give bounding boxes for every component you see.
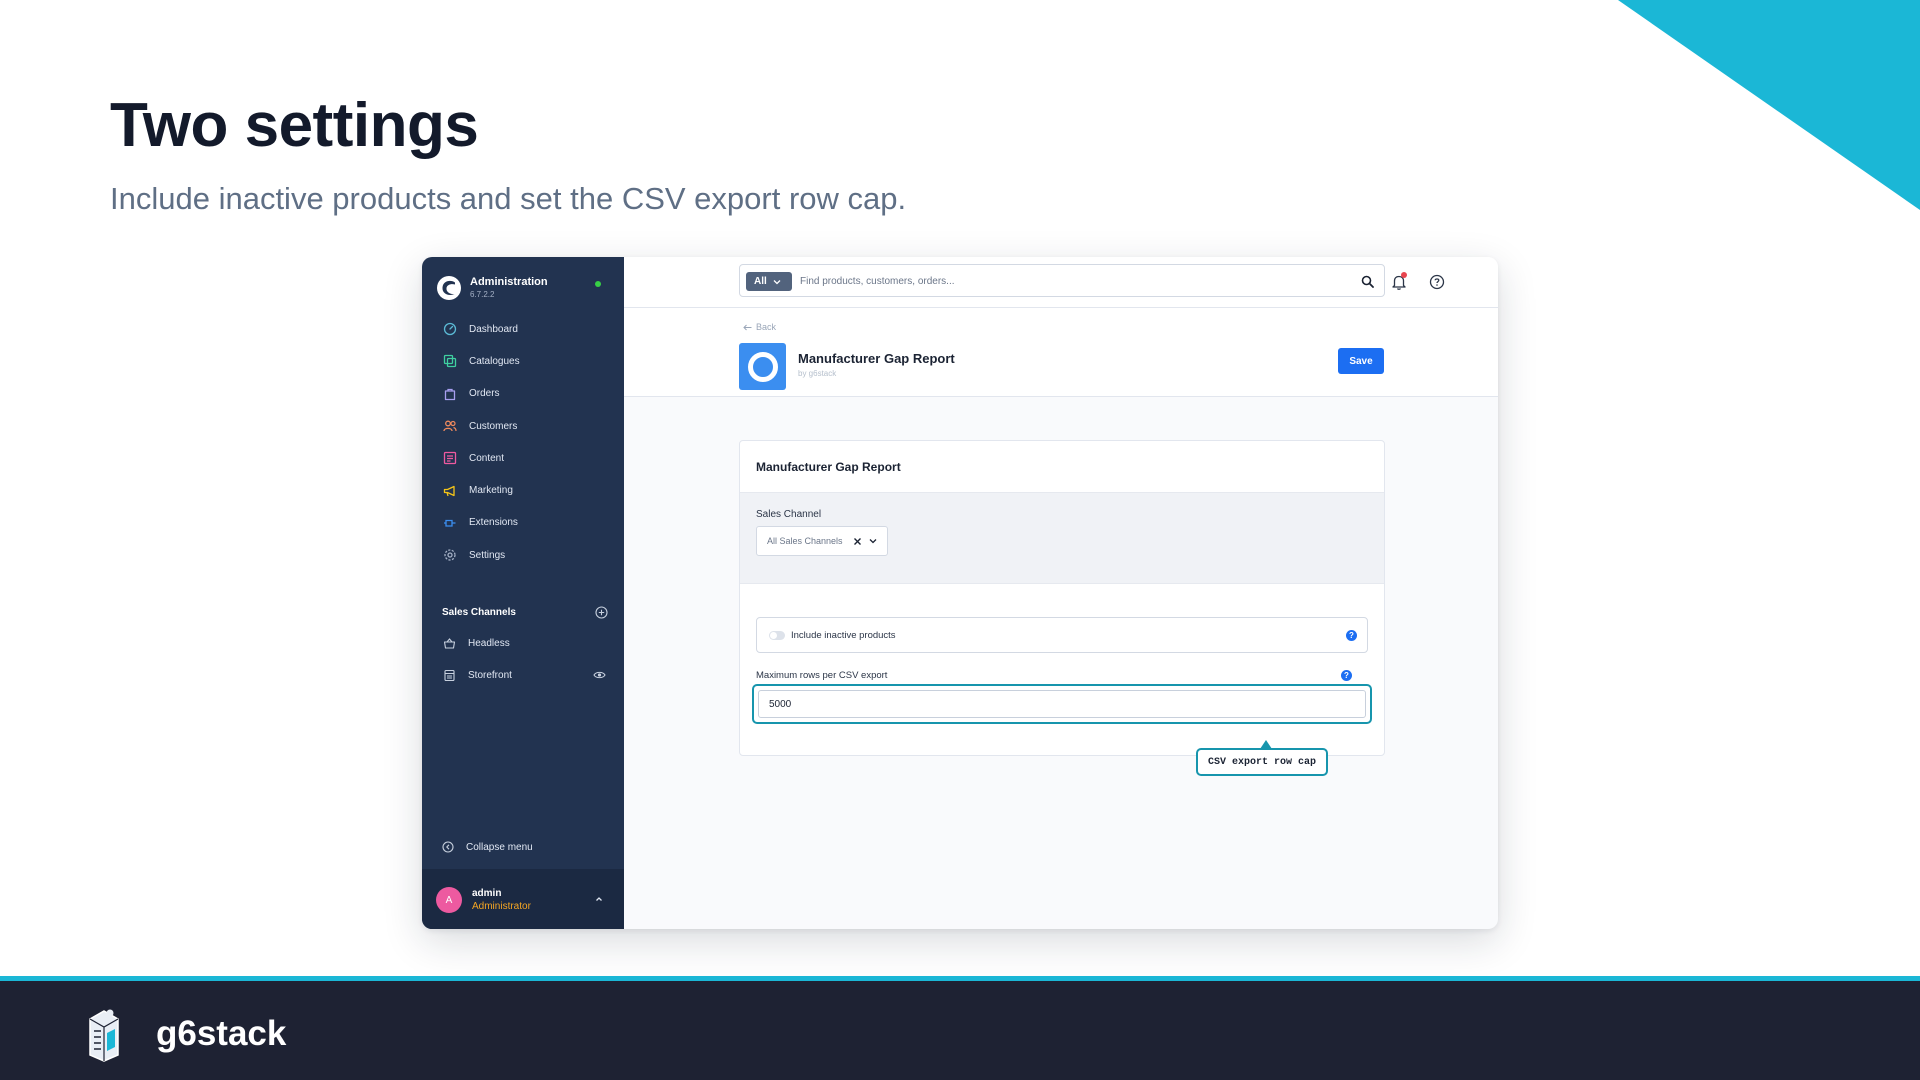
- sidebar-item-label: Orders: [469, 388, 500, 400]
- collapse-menu-label: Collapse menu: [466, 841, 533, 853]
- catalogues-icon: [442, 354, 457, 369]
- sidebar-item-label: Content: [469, 452, 505, 464]
- sales-channel-label: Storefront: [468, 669, 512, 681]
- sidebar-item-label: Customers: [469, 420, 518, 432]
- back-label: Back: [756, 322, 777, 332]
- sidebar-version: 6.7.2.2: [470, 290, 495, 299]
- settings-card: Manufacturer Gap Report Sales Channel Al…: [739, 440, 1385, 756]
- user-name: admin: [472, 888, 502, 899]
- search-input[interactable]: [800, 271, 1340, 291]
- sales-channel-storefront[interactable]: Storefront: [422, 659, 624, 691]
- sidebar-item-label: Catalogues: [469, 355, 520, 367]
- sales-channel-section: Sales Channel All Sales Channels: [740, 492, 1384, 584]
- sales-channel-select[interactable]: All Sales Channels: [756, 526, 888, 556]
- page-header: Back Manufacturer Gap Report by g6stack …: [624, 308, 1498, 397]
- sidebar-nav: Dashboard Catalogues Orders Customers Co…: [422, 313, 624, 571]
- footer: g6stack: [0, 976, 1920, 1080]
- sales-channel-list: Headless Storefront: [422, 627, 624, 691]
- sales-channels-title: Sales Channels: [442, 607, 516, 618]
- settings-icon: [442, 548, 457, 563]
- dashboard-icon: [442, 322, 457, 337]
- main-content: All Back: [624, 257, 1498, 929]
- orders-icon: [442, 386, 457, 401]
- card-title: Manufacturer Gap Report: [756, 460, 901, 474]
- slide-subtitle: Include inactive products and set the CS…: [110, 181, 907, 216]
- sidebar-item-label: Dashboard: [469, 323, 518, 335]
- avatar: A: [436, 887, 462, 913]
- callout-label: CSV export row cap: [1196, 748, 1328, 776]
- sidebar-item-settings[interactable]: Settings: [422, 539, 624, 571]
- collapse-icon: [442, 841, 454, 853]
- sidebar-item-label: Marketing: [469, 485, 513, 497]
- slide-title: Two settings: [110, 91, 479, 160]
- sales-channels-header: Sales Channels: [442, 605, 610, 621]
- search-icon[interactable]: [1361, 275, 1374, 288]
- plugin-author: by g6stack: [798, 369, 837, 378]
- sales-channel-headless[interactable]: Headless: [422, 627, 624, 659]
- max-rows-label: Maximum rows per CSV export: [756, 670, 888, 681]
- admin-window: Administration 6.7.2.2 Dashboard Catalog…: [422, 257, 1498, 929]
- notification-badge: [1401, 272, 1407, 278]
- sidebar-item-content[interactable]: Content: [422, 442, 624, 474]
- corner-accent-shape: [1618, 0, 1920, 210]
- back-link[interactable]: Back: [743, 322, 776, 332]
- chevron-down-icon: [869, 539, 877, 544]
- plugin-logo-icon: [739, 343, 786, 390]
- customers-icon: [442, 419, 457, 434]
- sidebar-item-extensions[interactable]: Extensions: [422, 507, 624, 539]
- eye-icon[interactable]: [593, 669, 606, 681]
- help-icon[interactable]: [1429, 274, 1445, 290]
- info-icon[interactable]: ?: [1346, 630, 1357, 641]
- arrow-left-icon: [743, 324, 752, 330]
- status-dot-icon: [595, 281, 601, 287]
- footer-brand: g6stack: [156, 1014, 287, 1053]
- sidebar-item-dashboard[interactable]: Dashboard: [422, 313, 624, 345]
- user-menu[interactable]: A admin Administrator: [422, 869, 624, 929]
- sidebar-title: Administration: [470, 276, 548, 288]
- sidebar-item-catalogues[interactable]: Catalogues: [422, 345, 624, 377]
- sidebar-item-marketing[interactable]: Marketing: [422, 474, 624, 506]
- extensions-icon: [442, 515, 457, 530]
- user-role: Administrator: [472, 901, 531, 912]
- content-icon: [442, 451, 457, 466]
- max-rows-highlight: [752, 684, 1372, 724]
- sidebar-item-label: Extensions: [469, 517, 518, 529]
- collapse-menu-button[interactable]: Collapse menu: [442, 839, 533, 855]
- chevron-up-icon: [596, 897, 602, 901]
- sidebar-header: Administration 6.7.2.2: [436, 273, 616, 305]
- sidebar-item-orders[interactable]: Orders: [422, 378, 624, 410]
- chevron-down-icon: [773, 279, 781, 284]
- g6stack-logo-icon: [89, 1009, 119, 1062]
- shopware-logo-icon: [437, 276, 461, 300]
- include-inactive-toggle[interactable]: [769, 631, 785, 640]
- info-icon[interactable]: ?: [1341, 670, 1352, 681]
- sales-channel-label: Sales Channel: [756, 509, 822, 520]
- clear-icon[interactable]: [853, 537, 862, 546]
- sales-channel-value: All Sales Channels: [767, 536, 843, 546]
- headless-icon: [442, 636, 457, 651]
- sidebar: Administration 6.7.2.2 Dashboard Catalog…: [422, 257, 624, 929]
- search-type-label: All: [754, 276, 767, 287]
- marketing-icon: [442, 483, 457, 498]
- sidebar-item-label: Settings: [469, 549, 506, 561]
- include-inactive-label: Include inactive products: [791, 630, 896, 641]
- add-sales-channel-icon[interactable]: [595, 606, 608, 619]
- global-search: All: [739, 264, 1385, 297]
- include-inactive-field: Include inactive products ?: [756, 617, 1368, 653]
- sales-channel-label: Headless: [468, 637, 510, 649]
- max-rows-input[interactable]: [758, 690, 1366, 718]
- save-button[interactable]: Save: [1338, 348, 1384, 374]
- storefront-icon: [442, 668, 457, 683]
- sidebar-item-customers[interactable]: Customers: [422, 410, 624, 442]
- search-type-dropdown[interactable]: All: [746, 272, 792, 291]
- top-bar: All: [624, 257, 1498, 308]
- page-title: Manufacturer Gap Report: [798, 351, 955, 366]
